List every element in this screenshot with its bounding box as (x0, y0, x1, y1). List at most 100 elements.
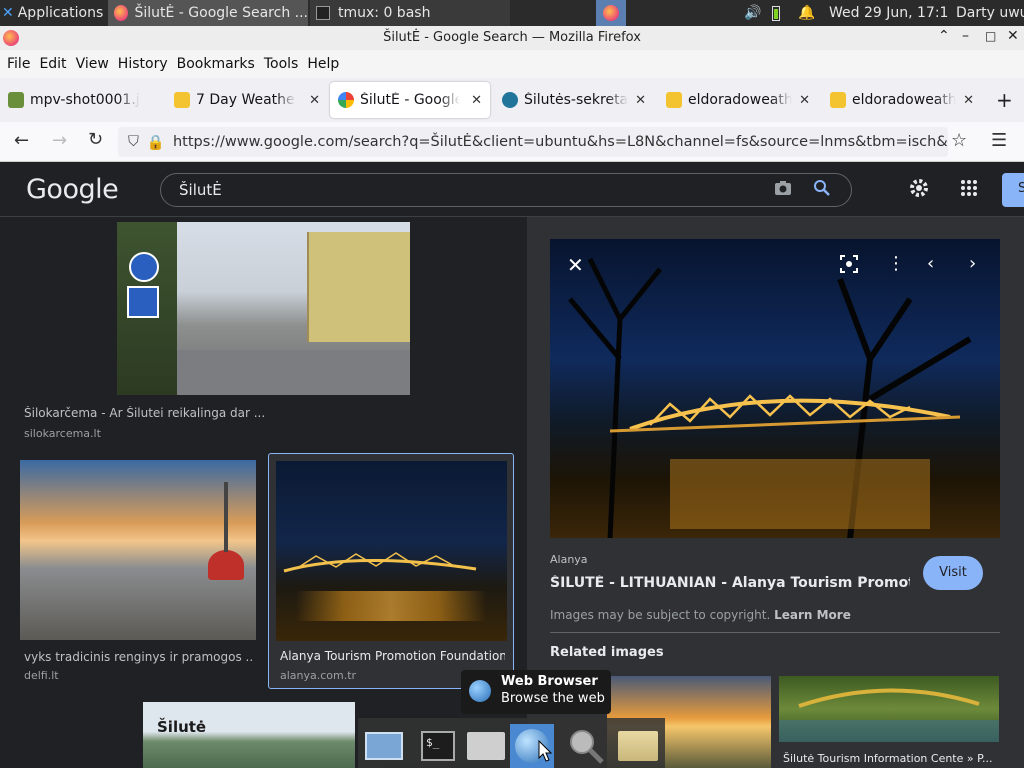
related-image-bridge-day[interactable] (779, 676, 999, 742)
url-bar[interactable]: ⛉ 🔒 https://www.google.com/search?q=Šilu… (118, 127, 948, 157)
globe-icon (469, 680, 491, 702)
menu-help[interactable]: Help (307, 56, 339, 72)
menu-history[interactable]: History (118, 56, 168, 72)
shield-icon[interactable]: ⛉ (128, 134, 139, 150)
tab-close-icon[interactable]: ✕ (635, 93, 646, 108)
tab-eldoradoweather-2[interactable]: eldoradoweather ✕ (822, 82, 982, 118)
tab-label: eldoradoweather (852, 92, 956, 108)
task-terminal[interactable]: tmux: 0 bash (310, 0, 510, 26)
show-desktop-icon[interactable] (362, 724, 406, 768)
applications-label: Applications (17, 5, 104, 21)
more-options-icon[interactable]: ⋮ (887, 253, 905, 274)
tab-close-icon[interactable]: ✕ (963, 93, 974, 108)
files-folder-icon[interactable] (616, 724, 660, 768)
hamburger-menu-icon[interactable]: ☰ (991, 130, 1007, 151)
next-chevron-icon[interactable]: › (969, 253, 976, 274)
related-caption[interactable]: Šilutė Tourism Information Cente » P... (783, 752, 999, 765)
close-preview-icon[interactable]: ✕ (567, 253, 584, 277)
result-caption[interactable]: Alanya Tourism Promotion Foundation (280, 649, 505, 663)
result-image-aerial[interactable]: Šilutė (143, 702, 355, 768)
bookmark-star-icon[interactable]: ☆ (951, 130, 967, 151)
maximize-icon[interactable]: □ (985, 29, 996, 43)
weather-sun-icon (666, 92, 682, 108)
task-label: tmux: 0 bash (338, 5, 431, 21)
tab-silutes-sekretai[interactable]: Šilutės-sekretai- ✕ (494, 82, 654, 118)
result-source[interactable]: silokarcema.lt (24, 427, 101, 440)
system-panel: ✕ Applications ☰ ŠilutĖ - Google Search … (0, 0, 1024, 26)
result-source[interactable]: alanya.com.tr (280, 669, 356, 682)
search-magnifier-icon[interactable] (564, 724, 608, 768)
menu-bookmarks[interactable]: Bookmarks (177, 56, 255, 72)
visit-button[interactable]: Visit (923, 556, 983, 590)
tab-label: 7 Day Weather F (196, 92, 296, 108)
camera-icon[interactable] (774, 180, 792, 200)
tab-weather[interactable]: 7 Day Weather F ✕ (166, 82, 328, 118)
close-window-icon[interactable]: ✕ (1007, 28, 1019, 44)
preview-image[interactable] (550, 239, 1000, 538)
result-image-text: Šilutė (157, 718, 207, 736)
tab-google-search[interactable]: ŠilutĖ - Google S ✕ (330, 82, 490, 118)
menu-edit[interactable]: Edit (39, 56, 66, 72)
lens-search-icon[interactable] (839, 254, 859, 278)
learn-more-link[interactable]: Learn More (774, 608, 851, 622)
result-image-bridge[interactable] (276, 461, 507, 641)
result-caption[interactable]: vyks tradicinis renginys ir pramogos ... (24, 650, 254, 664)
dock-bar: $_ (358, 718, 665, 768)
result-source[interactable]: delfi.lt (24, 669, 59, 682)
apps-grid-icon[interactable] (960, 179, 978, 201)
minimize-icon[interactable]: – (962, 28, 969, 44)
result-card-selected[interactable]: Alanya Tourism Promotion Foundation alan… (268, 453, 514, 689)
tab-close-icon[interactable]: ✕ (471, 93, 482, 108)
applications-menu[interactable]: ✕ Applications ☰ (2, 0, 106, 26)
firefox-icon (114, 5, 129, 21)
window-title: ŠilutĖ - Google Search — Mozilla Firefox (383, 30, 641, 45)
tab-label: eldoradoweather (688, 92, 792, 108)
google-header: Google S (0, 162, 1024, 217)
clock[interactable]: Wed 29 Jun, 17:10 (829, 0, 949, 26)
tab-eldoradoweather-1[interactable]: eldoradoweather ✕ (658, 82, 818, 118)
task-firefox[interactable]: ŠilutĖ - Google Search ... (108, 0, 308, 26)
preview-source[interactable]: Alanya (550, 553, 588, 566)
copyright-notice: Images may be subject to copyright. Lear… (550, 608, 851, 622)
preview-title[interactable]: ŠILUTĖ - LITHUANIAN - Alanya Tourism Pro… (550, 575, 910, 591)
forward-arrow-icon[interactable]: → (52, 130, 67, 151)
weather-sun-icon (174, 92, 190, 108)
home-folder-icon[interactable] (464, 724, 508, 768)
result-image-harbour[interactable] (20, 460, 256, 640)
volume-icon[interactable]: 🔊 (744, 0, 764, 26)
search-input[interactable] (179, 181, 739, 199)
xfce-logo-icon: ✕ (2, 5, 14, 21)
reload-icon[interactable]: ↻ (88, 129, 103, 150)
tooltip-subtitle: Browse the web (501, 691, 605, 706)
tab-close-icon[interactable]: ✕ (309, 93, 320, 108)
lock-icon[interactable]: 🔒 (147, 134, 165, 151)
tab-close-icon[interactable]: ✕ (799, 93, 810, 108)
new-tab-plus-icon[interactable]: + (996, 88, 1013, 112)
google-logo[interactable]: Google (26, 174, 119, 205)
notification-bell-icon[interactable]: 🔔 (798, 0, 814, 26)
panel-firefox-launcher[interactable] (596, 0, 626, 26)
previous-chevron-icon[interactable]: ‹ (927, 253, 934, 274)
terminal-launcher-icon[interactable]: $_ (416, 724, 460, 768)
weather-sun-icon (830, 92, 846, 108)
search-icon[interactable] (813, 179, 831, 201)
result-image-street[interactable] (117, 222, 410, 395)
tab-mpv-shot[interactable]: mpv-shot0001.jpg (0, 82, 166, 118)
mouse-cursor-icon (538, 739, 553, 766)
menu-tools[interactable]: Tools (264, 56, 299, 72)
task-label: ŠilutĖ - Google Search ... (134, 5, 308, 21)
user-name[interactable]: Darty uwu (956, 0, 1024, 26)
result-caption[interactable]: Šilokarčema - Ar Šilutei reikalinga dar … (24, 406, 504, 420)
back-arrow-icon[interactable]: ← (14, 130, 29, 151)
tab-label: ŠilutĖ - Google S (360, 92, 460, 108)
tooltip-title: Web Browser (501, 674, 598, 689)
settings-gear-icon[interactable] (908, 177, 930, 203)
sign-in-button[interactable]: S (1002, 173, 1024, 207)
menu-view[interactable]: View (76, 56, 109, 72)
battery-icon[interactable] (772, 0, 788, 26)
search-box[interactable] (160, 173, 852, 207)
url-text[interactable]: https://www.google.com/search?q=ŠilutĖ&c… (173, 134, 948, 150)
window-shade-icon[interactable]: ⌃ (938, 28, 950, 44)
menu-file[interactable]: File (7, 56, 30, 72)
tab-bar: mpv-shot0001.jpg 7 Day Weather F ✕ Šilut… (0, 78, 1024, 122)
